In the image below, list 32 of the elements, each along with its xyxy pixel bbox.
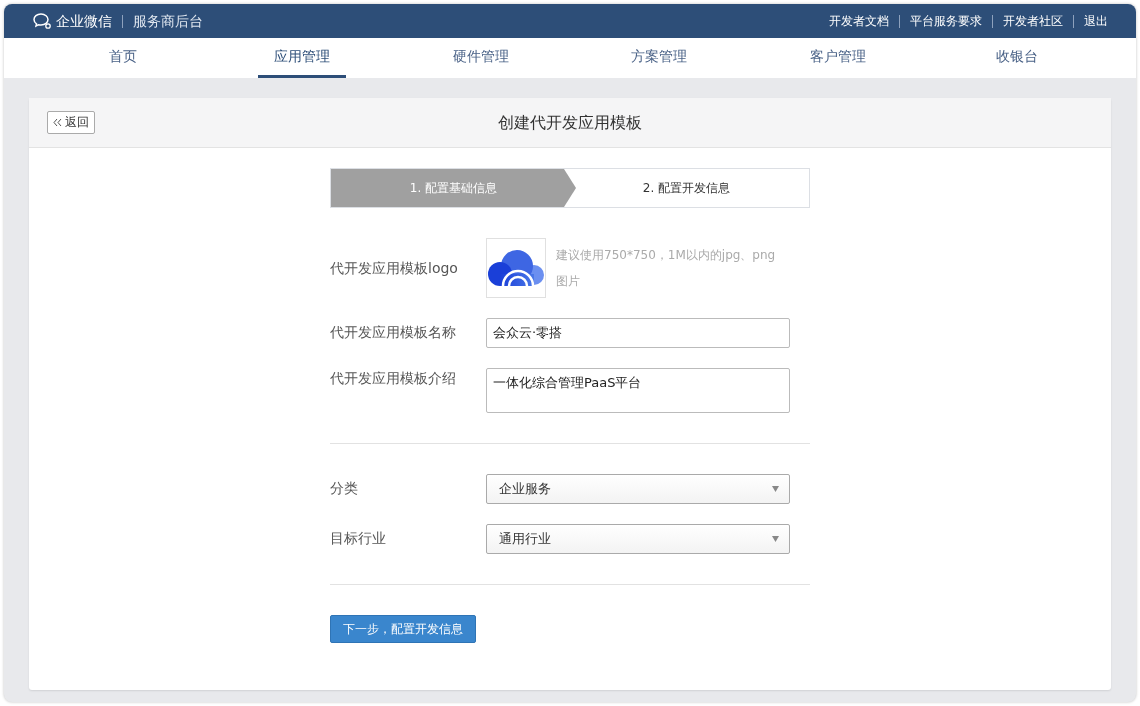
dropdown-caret-icon (772, 535, 779, 542)
progress-step: 1. 配置基础信息 (331, 169, 576, 207)
nav-tab[interactable]: 客户管理 (794, 38, 882, 78)
dropdown-field[interactable]: 通用行业 (486, 523, 790, 554)
chat-bubble-logo-icon (32, 12, 52, 30)
portal-title: 服务商后台 (133, 11, 203, 31)
double-chevron-left-icon (53, 118, 62, 127)
dropdown-field[interactable]: 企业服务 (486, 473, 790, 504)
cloud-logo-icon (487, 248, 545, 288)
nav-tab[interactable]: 硬件管理 (436, 38, 525, 78)
header-link[interactable]: 退出 (1084, 12, 1108, 30)
field-label: 代开发应用模板logo (330, 258, 459, 278)
nav-tab[interactable]: 首页 (93, 38, 154, 78)
page-title: 创建代开发应用模板 (498, 112, 642, 134)
description-field[interactable]: 一体化综合管理PaaS平台 (486, 367, 790, 413)
header-link[interactable]: 开发者社区 (1003, 12, 1063, 30)
upload-hint: 建议使用750*750，1M以内的jpg、png图片 (556, 247, 777, 290)
nav-tab[interactable]: 收银台 (979, 38, 1054, 78)
field-label: 目标行业 (330, 529, 387, 548)
field-label: 分类 (330, 479, 359, 498)
nav-tab[interactable]: 应用管理 (258, 38, 346, 78)
next-step-button[interactable]: 下一步，配置开发信息 (330, 614, 476, 643)
nav-tab[interactable]: 方案管理 (615, 38, 704, 78)
name-field[interactable]: 会众云·零搭 (486, 318, 790, 348)
back-button[interactable]: 返回 (47, 111, 95, 134)
brand-name: 企业微信 (56, 11, 112, 31)
dropdown-caret-icon (772, 485, 779, 492)
field-label: 代开发应用模板名称 (330, 323, 457, 343)
field-label: 代开发应用模板介绍 (330, 368, 457, 388)
header-link[interactable]: 开发者文档 (829, 12, 889, 30)
logo-upload-box[interactable] (486, 238, 546, 298)
header-link[interactable]: 平台服务要求 (910, 12, 982, 30)
